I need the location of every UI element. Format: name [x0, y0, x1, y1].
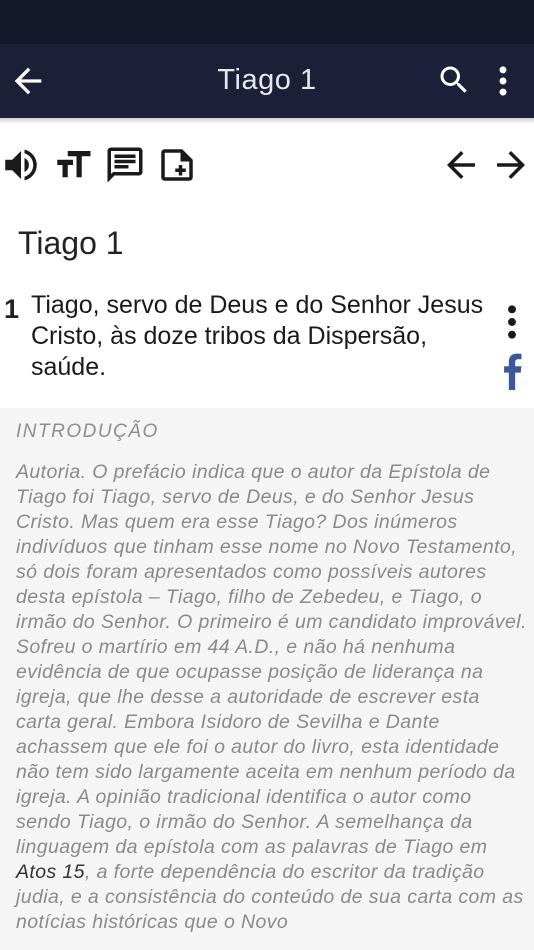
next-arrow-icon[interactable]	[490, 144, 532, 186]
status-bar	[0, 0, 534, 44]
verse-text[interactable]: Tiago, servo de Deus e do Senhor Jesus C…	[31, 290, 493, 383]
add-note-icon[interactable]	[156, 144, 198, 186]
facebook-share-icon[interactable]	[498, 352, 526, 390]
intro-text-part1: Autoria. O prefácio indica que o autor d…	[16, 461, 527, 858]
verse-more-icon[interactable]	[500, 303, 524, 341]
verse-number: 1	[4, 294, 20, 324]
app-bar: Tiago 1	[0, 44, 534, 118]
comment-icon[interactable]	[104, 144, 146, 186]
introduction-body: Autoria. O prefácio indica que o autor d…	[16, 460, 528, 935]
prev-arrow-icon[interactable]	[440, 144, 482, 186]
text-size-icon[interactable]	[52, 144, 94, 186]
more-vert-icon[interactable]	[490, 62, 516, 100]
search-icon[interactable]	[436, 62, 472, 98]
introduction-heading: INTRODUÇÃO	[16, 421, 159, 442]
introduction-panel: INTRODUÇÃO Autoria. O prefácio indica qu…	[0, 408, 534, 950]
volume-icon[interactable]	[0, 144, 42, 186]
reader-toolbar	[0, 140, 534, 190]
app-bar-shadow	[0, 118, 534, 124]
scripture-reference-link[interactable]: Atos 15	[16, 861, 85, 883]
chapter-title: Tiago 1	[18, 225, 124, 261]
intro-text-part2: , a forte dependência do escritor da tra…	[16, 861, 524, 933]
